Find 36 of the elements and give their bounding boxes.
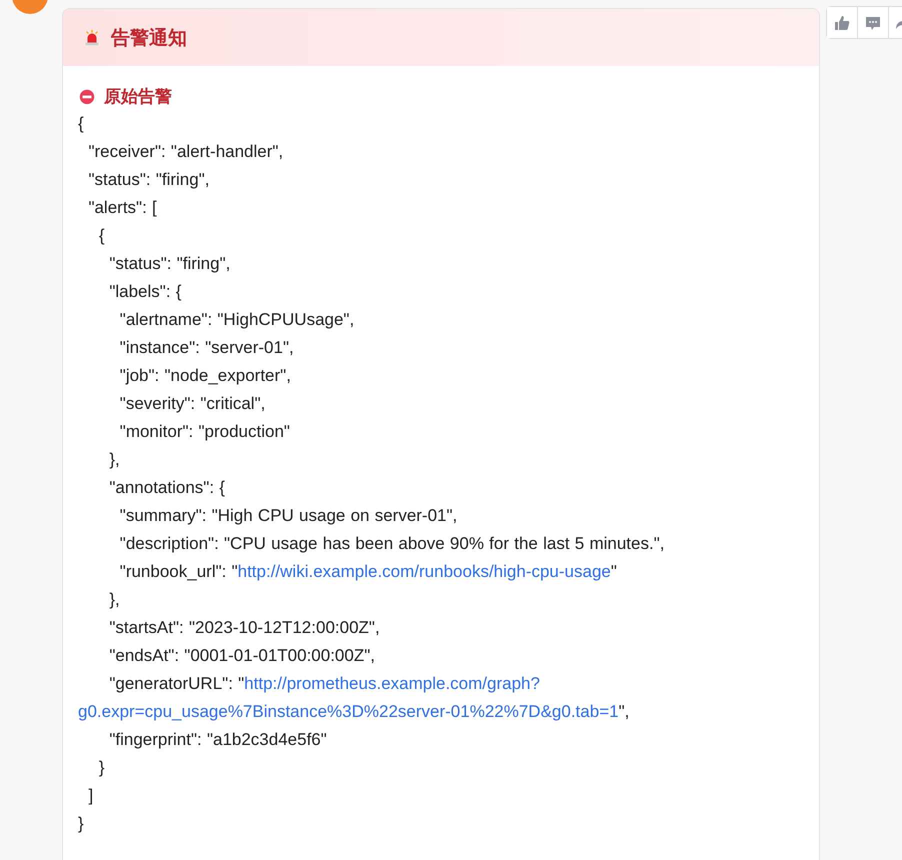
- comment-icon: [865, 14, 881, 30]
- code-line: },: [108, 589, 121, 611]
- code-line: {: [98, 225, 106, 247]
- code-line: "job": "node_exporter",: [118, 365, 292, 387]
- code-line: "fingerprint": "a1b2c3d4e5f6": [108, 729, 328, 751]
- code-line: "status": "firing",: [108, 253, 232, 275]
- code-line: "status": "firing",: [87, 169, 210, 191]
- code-line: ]: [87, 785, 94, 807]
- code-line: "monitor": "production": [118, 421, 291, 443]
- code-line: "runbook_url": "http://wiki.example.com/runbooks/high-cpu-usage": [118, 561, 618, 583]
- code-line: "annotations": {: [108, 477, 226, 499]
- code-line: }: [78, 813, 85, 835]
- like-button[interactable]: [827, 7, 858, 38]
- code-line: "generatorURL": "http://prometheus.example.com/graph?: [108, 673, 541, 695]
- thumbs-up-icon: [834, 14, 850, 30]
- url-link[interactable]: http://wiki.example.com/runbooks/high-cpu-usage: [238, 562, 611, 581]
- code-line: "labels": {: [108, 281, 182, 303]
- code-line: "startsAt": "2023-10-12T12:00:00Z",: [108, 617, 381, 639]
- code-line: {: [78, 113, 85, 135]
- siren-icon: [83, 28, 101, 46]
- code-line: "summary": "High CPU usage on server-01",: [118, 505, 458, 527]
- code-line: "description": "CPU usage has been above 90% for the last 5 minutes.",: [118, 533, 666, 555]
- code-line: "alertname": "HighCPUUsage",: [118, 309, 356, 331]
- code-line: "instance": "server-01",: [118, 337, 295, 359]
- url-link[interactable]: g0.expr=cpu_usage%7Binstance%3D%22server-01%22%7D&g0.tab=1: [78, 702, 619, 721]
- url-link[interactable]: http://prometheus.example.com/graph?: [244, 674, 540, 693]
- code-line: },: [108, 449, 121, 471]
- code-line: "endsAt": "0001-01-01T00:00:00Z",: [108, 645, 376, 667]
- code-line: }: [98, 757, 106, 779]
- badge-icon: [78, 87, 96, 105]
- code-line: g0.expr=cpu_usage%7Binstance%3D%22server-01%22%7D&g0.tab=1",: [78, 701, 630, 723]
- code-line: "severity": "critical",: [118, 393, 266, 415]
- card-title: 告警通知: [111, 26, 187, 50]
- code-line: "receiver": "alert-handler",: [87, 141, 284, 163]
- section-title: 原始告警: [104, 86, 172, 108]
- code-line: "alerts": [: [87, 197, 158, 219]
